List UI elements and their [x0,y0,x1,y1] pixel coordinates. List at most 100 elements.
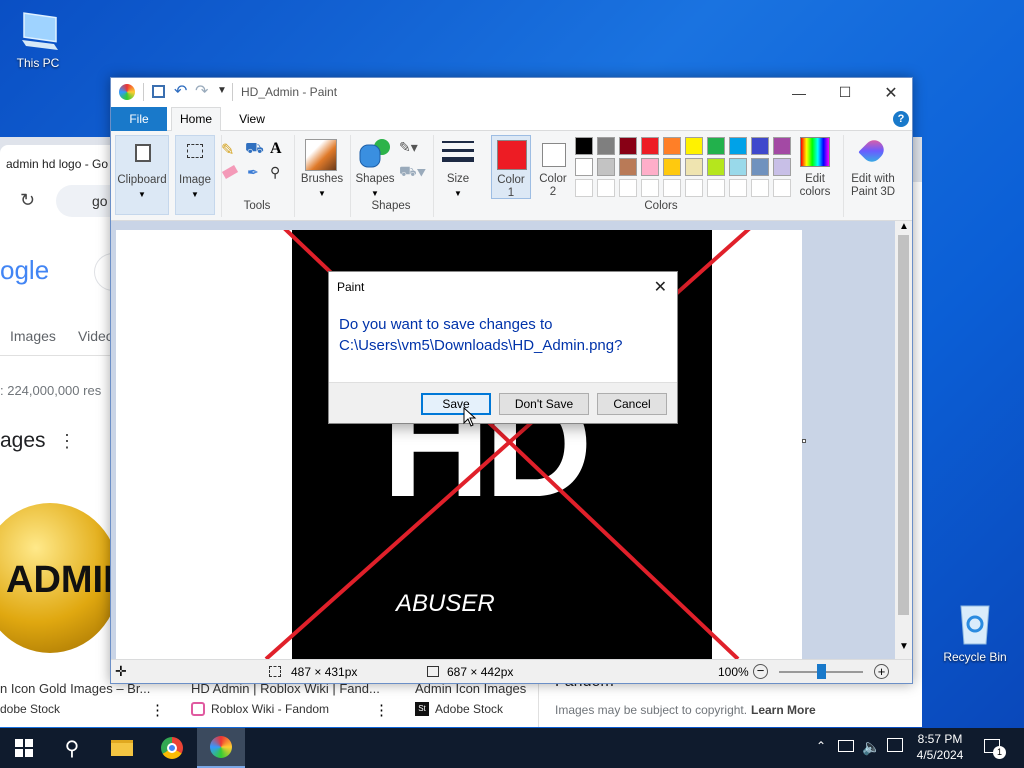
zoom-out-button[interactable]: − [753,664,768,679]
result-source: Adobe Stock [435,702,504,716]
brushes-label: Brushes [300,173,344,185]
start-button[interactable] [0,728,48,768]
resize-handle[interactable] [802,439,806,443]
tab-home[interactable]: Home [171,107,221,132]
vertical-scrollbar[interactable]: ▲ ▼ [895,221,912,659]
clock[interactable]: 8:57 PM 4/5/2024 [910,728,970,768]
palette-swatch[interactable] [773,137,791,155]
gold-admin-image[interactable]: ADMIN [0,503,120,653]
palette-swatch[interactable] [751,158,769,176]
result-card[interactable]: HD Admin | Roblox Wiki | Fand... Roblox … [191,681,391,716]
palette-swatch[interactable] [729,137,747,155]
show-hidden-icons[interactable]: ⌃ [816,739,826,768]
edit-with-paint3d-button[interactable]: Edit with Paint 3D [847,135,899,199]
more-options-icon[interactable]: ⋮ [374,701,389,719]
zoom-slider[interactable] [779,664,863,679]
taskbar-file-explorer[interactable] [98,728,146,768]
taskbar-paint[interactable] [197,728,245,768]
image-button[interactable]: Image ▼ [175,135,215,215]
magnifier-icon[interactable]: ⚲ [270,164,280,181]
shapes-button[interactable]: Shapes ▼ [353,135,397,201]
pencil-icon[interactable]: ✎ [221,140,234,160]
palette-swatch[interactable] [663,158,681,176]
more-options-icon[interactable]: ⋮ [150,701,165,719]
brushes-button[interactable]: Brushes ▼ [297,135,347,215]
palette-swatch[interactable] [597,158,615,176]
save-changes-dialog: Paint ✕ Do you want to save changes to C… [328,271,678,424]
color-picker-icon[interactable]: ✒ [247,164,259,181]
outline-icon[interactable]: ✎▾ [399,139,418,156]
desktop-icon-this-pc[interactable]: This PC [0,10,76,70]
scroll-down-icon[interactable]: ▼ [899,641,909,652]
address-bar[interactable]: go [56,185,116,217]
scroll-up-icon[interactable]: ▲ [899,221,909,232]
search-button[interactable]: ⚲ [48,728,96,768]
palette-swatch[interactable] [597,179,615,197]
palette-swatch[interactable] [663,179,681,197]
palette-swatch[interactable] [641,158,659,176]
tab-view[interactable]: View [229,107,275,131]
palette-swatch[interactable] [729,179,747,197]
network-icon[interactable] [838,740,854,752]
zoom-slider-thumb[interactable] [816,664,826,679]
clipboard-button[interactable]: Clipboard ▼ [115,135,169,215]
help-icon[interactable]: ? [893,111,909,127]
taskbar-chrome[interactable] [148,728,196,768]
eraser-icon[interactable] [221,165,239,179]
tab-file[interactable]: File [111,107,167,131]
palette-swatch[interactable] [773,179,791,197]
save-button[interactable]: Save [421,393,491,415]
dont-save-button[interactable]: Don't Save [499,393,589,415]
palette-swatch[interactable] [685,179,703,197]
palette-swatch[interactable] [597,137,615,155]
color1-button[interactable]: Color 1 [491,135,531,199]
palette-swatch[interactable] [685,137,703,155]
scroll-thumb[interactable] [898,235,909,615]
palette-swatch[interactable] [641,179,659,197]
palette-swatch[interactable] [663,137,681,155]
reload-icon[interactable]: ↻ [20,190,35,211]
maximize-button[interactable]: ☐ [822,78,868,107]
text-icon[interactable]: A [270,140,282,158]
palette-swatch[interactable] [707,158,725,176]
palette-swatch[interactable] [729,158,747,176]
close-button[interactable]: ✕ [868,78,914,107]
save-icon[interactable] [152,85,165,98]
palette-swatch[interactable] [641,137,659,155]
palette-swatch[interactable] [707,179,725,197]
action-center-button[interactable]: 1 [984,739,1006,768]
color2-button[interactable]: Color 2 [533,135,573,199]
fill-icon[interactable]: ⛟ [245,140,264,159]
minimize-button[interactable]: — [776,78,822,107]
desktop-icon-recycle-bin[interactable]: Recycle Bin [937,602,1013,664]
notification-count: 1 [993,746,1006,759]
dialog-close-icon[interactable]: ✕ [654,277,667,297]
palette-swatch[interactable] [685,158,703,176]
result-card[interactable]: n Icon Gold Images – Br... dobe Stock [0,681,170,716]
edit-colors-button[interactable]: Edit colors [795,135,835,199]
nav-tab-videos[interactable]: Video [78,328,114,344]
palette-swatch[interactable] [575,137,593,155]
palette-swatch[interactable] [619,137,637,155]
size-button[interactable]: Size ▼ [437,135,479,201]
learn-more-link[interactable]: Learn More [751,703,816,717]
palette-swatch[interactable] [619,179,637,197]
cancel-button[interactable]: Cancel [597,393,667,415]
palette-swatch[interactable] [707,137,725,155]
redo-icon[interactable]: ↷ [195,81,208,101]
zoom-in-button[interactable]: + [874,664,889,679]
fill-style-icon[interactable]: ⛟▾ [399,163,426,182]
palette-swatch[interactable] [619,158,637,176]
palette-swatch[interactable] [751,179,769,197]
volume-muted-icon[interactable]: 🔈 [862,738,881,768]
palette-swatch[interactable] [575,179,593,197]
language-icon[interactable] [887,738,903,752]
customize-quick-access-icon[interactable]: ▼ [217,85,227,96]
result-card[interactable]: Admin Icon Images St Adobe Stock [415,681,545,716]
more-options-icon[interactable]: ⋮ [58,431,76,452]
palette-swatch[interactable] [773,158,791,176]
undo-icon[interactable]: ↶ [174,81,187,101]
palette-swatch[interactable] [575,158,593,176]
palette-swatch[interactable] [751,137,769,155]
nav-tab-images[interactable]: Images [10,328,56,344]
